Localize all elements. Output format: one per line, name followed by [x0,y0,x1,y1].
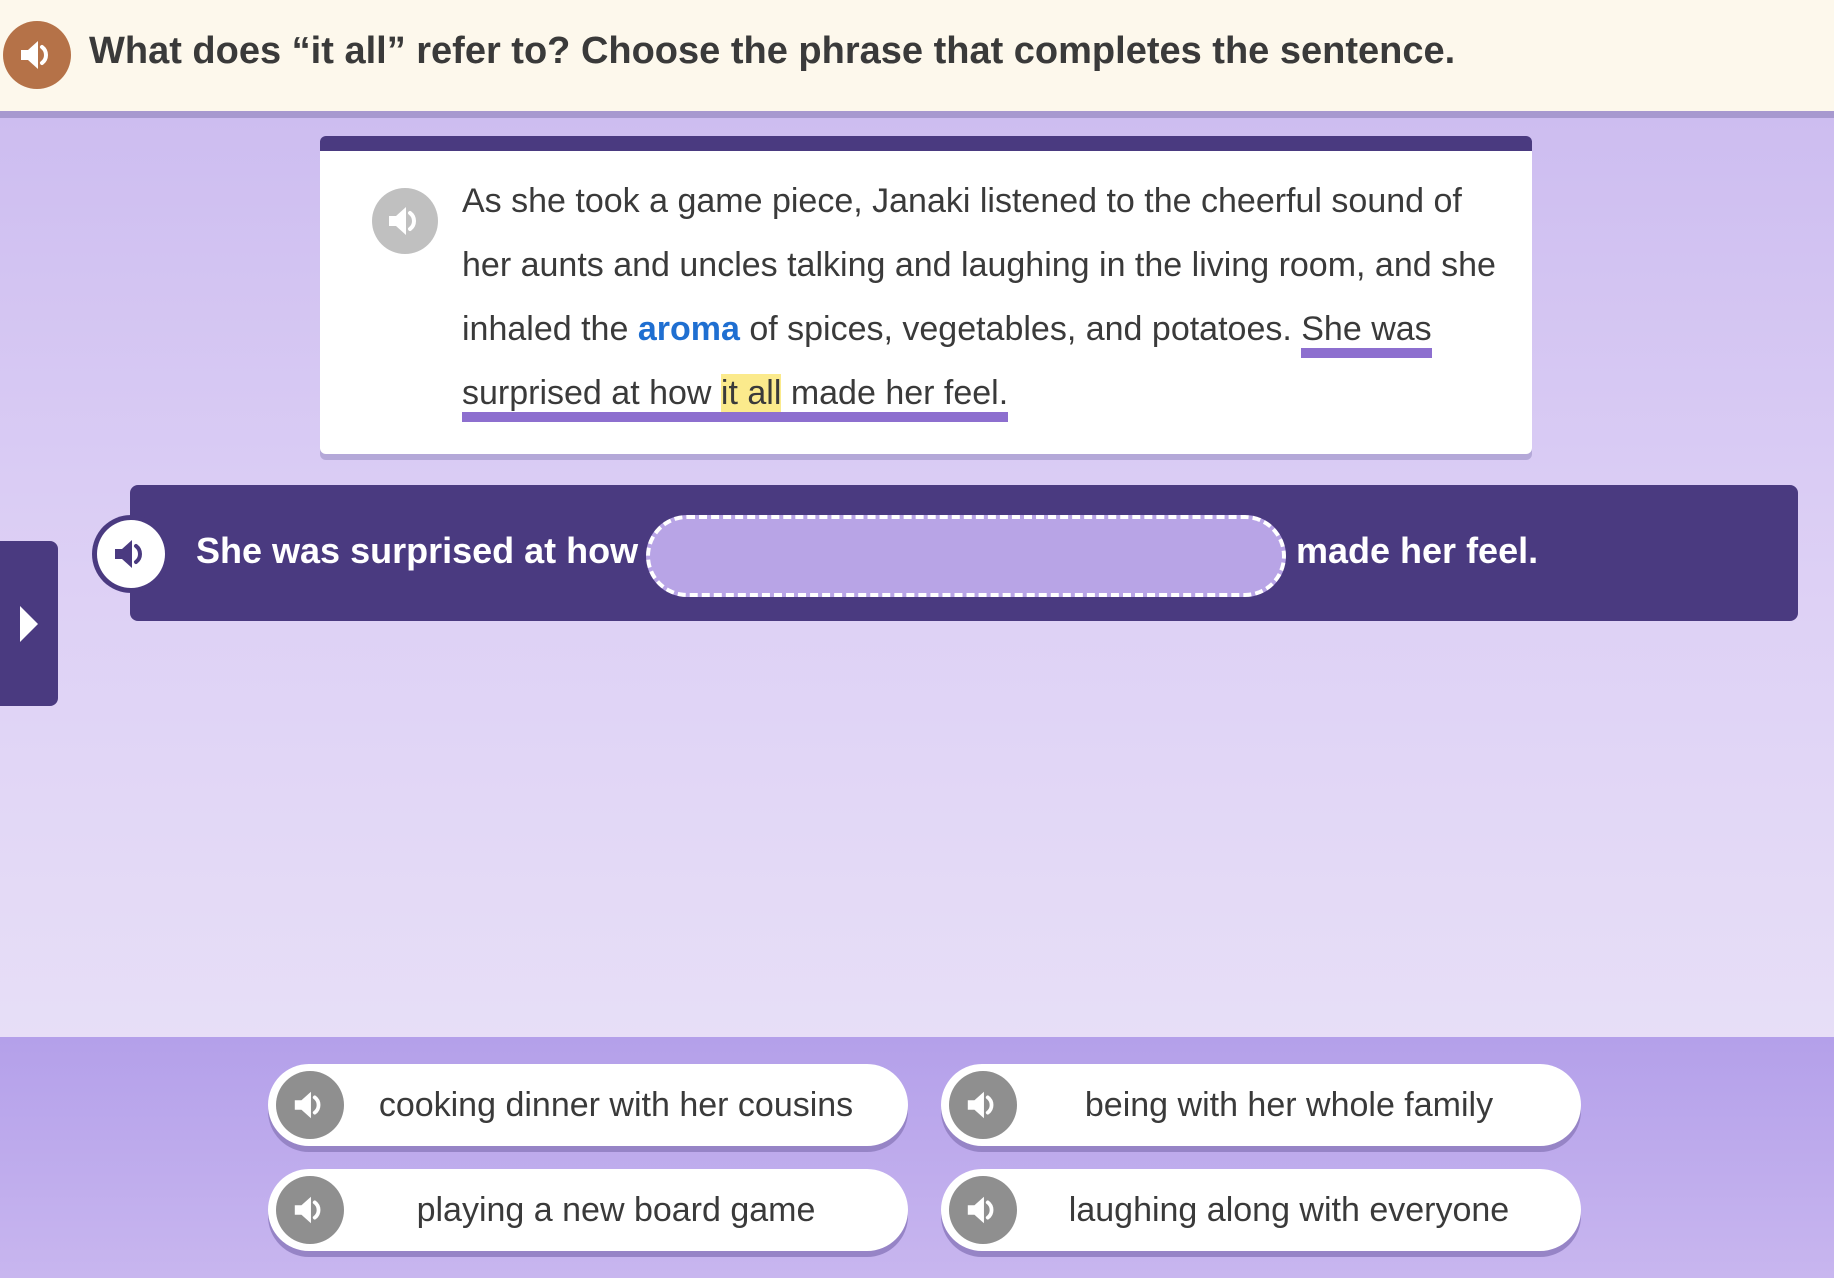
choice-label: playing a new board game [416,1190,816,1229]
choice-audio-button[interactable] [949,1176,1017,1244]
choice-label: being with her whole family [1084,1085,1494,1124]
answer-drop-zone[interactable] [646,515,1286,597]
sentence-frame-end: made her feel. [1296,530,1539,571]
passage-text-middle: of spices, vegetables, and potatoes. [739,310,1302,348]
play-triangle-icon [16,602,42,646]
speaker-icon [17,35,57,75]
speaker-icon [385,201,425,241]
speaker-icon [964,1086,1002,1124]
passage-card: As she took a game piece, Janaki listene… [320,136,1532,454]
sentence-audio-button[interactable] [92,515,170,593]
choice-audio-button[interactable] [276,1071,344,1139]
speaker-icon [111,534,151,574]
vocab-word[interactable]: aroma [638,310,740,348]
question-audio-button[interactable] [3,21,71,89]
question-header: What does “it all” refer to? Choose the … [0,0,1834,118]
highlighted-phrase: it all [720,374,782,412]
choice-audio-button[interactable] [949,1071,1017,1139]
answer-choice[interactable]: cooking dinner with her cousins [268,1064,908,1146]
answer-choice[interactable]: playing a new board game [268,1169,908,1251]
choice-label: laughing along with everyone [1068,1190,1510,1229]
passage-text: As she took a game piece, Janaki listene… [462,169,1502,425]
answer-choice[interactable]: laughing along with everyone [941,1169,1581,1251]
passage-audio-button[interactable] [372,188,438,254]
sentence-frame-start: She was surprised at how [196,530,639,571]
speaker-icon [291,1191,329,1229]
question-title: What does “it all” refer to? Choose the … [89,30,1456,72]
speaker-icon [964,1191,1002,1229]
choice-label: cooking dinner with her cousins [378,1085,854,1124]
side-panel-toggle[interactable] [0,541,58,706]
speaker-icon [291,1086,329,1124]
focus-sentence-end: made her feel. [781,374,1009,412]
answer-choice[interactable]: being with her whole family [941,1064,1581,1146]
choice-audio-button[interactable] [276,1176,344,1244]
